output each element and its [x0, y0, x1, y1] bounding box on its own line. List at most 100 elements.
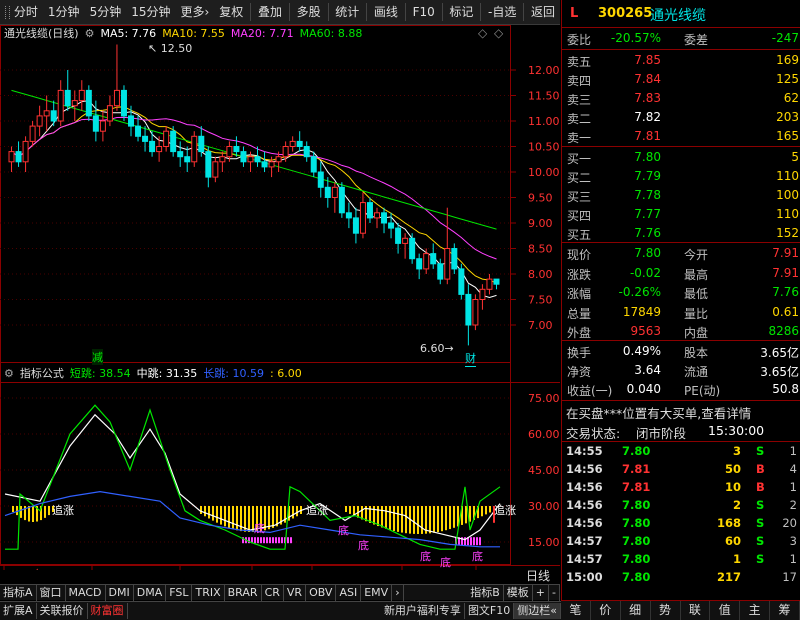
tab-related-quotes[interactable]: 关联报价	[37, 603, 88, 619]
tab-detail[interactable]: 细	[621, 601, 651, 620]
graphic-f10-link[interactable]: 图文F10	[465, 603, 515, 619]
signal-finance-marker[interactable]: 财	[465, 350, 476, 367]
toolbar-more[interactable]: 更多›	[175, 0, 214, 25]
ma5-value: MA5: 7.76	[100, 26, 157, 40]
date-label: 2021年	[6, 567, 45, 570]
quote-panel: L 300265 通光线缆 委比 -20.57% 委差 -247 卖五 7.85 1…	[561, 0, 800, 620]
big-order-notice[interactable]: 在买盘***位置有大买单,查看详情	[566, 403, 751, 422]
toolbar-restore-rights[interactable]: 复权	[214, 0, 248, 25]
candle-body	[416, 258, 423, 270]
tab-dma[interactable]: DMA	[134, 584, 167, 601]
tab-value[interactable]: 值	[710, 601, 741, 620]
candle-body	[451, 248, 458, 270]
notice-row[interactable]: 在买盘***位置有大买单,查看详情	[562, 401, 800, 421]
tab-link[interactable]: 联	[681, 601, 711, 620]
signal-reduce-marker[interactable]: 减	[92, 349, 103, 365]
bid-level-3: 买三 7.78 100	[562, 186, 800, 206]
tick-price: 7.81	[622, 480, 651, 494]
tab-trix[interactable]: TRIX	[192, 584, 225, 601]
weicha-label: 委差	[684, 33, 709, 47]
tab-trend[interactable]: 势	[651, 601, 681, 620]
toolbar-15min[interactable]: 15分钟	[126, 0, 175, 25]
collapse-pane-icon[interactable]: ◇	[494, 26, 503, 40]
trade-status-time: 15:30:00	[708, 423, 765, 438]
candle-body	[170, 130, 177, 153]
tab-macd[interactable]: MACD	[66, 584, 106, 601]
tab-brar[interactable]: BRAR	[225, 584, 262, 601]
long-jump-group: 长跳: 10.59	[203, 365, 264, 381]
tab-template[interactable]: 模板	[504, 584, 533, 601]
toolbar-5min[interactable]: 5分钟	[85, 0, 127, 25]
new-user-benefit-link[interactable]: 新用户福利专享	[381, 603, 465, 619]
tab-window[interactable]: 窗口	[37, 584, 66, 601]
tab-indicator-a[interactable]: 指标A	[0, 584, 37, 601]
main-price-axis: 12.00 11.50 11.00 10.50 10.00 9.50 9.00 8.50 8.0…	[510, 64, 560, 332]
tab-spacer	[404, 585, 468, 601]
candle-body	[240, 151, 247, 163]
toolbar-multi-stock[interactable]: 多股	[292, 0, 326, 25]
tab-main[interactable]: 主	[740, 601, 771, 620]
tick-time: 14:57	[566, 534, 603, 548]
indicator-tick-label: 15.00	[528, 536, 560, 549]
tab-add[interactable]: +	[533, 584, 550, 601]
quote-row-0: 现价 7.80 今开 7.91	[562, 244, 800, 264]
candle-body	[268, 161, 275, 168]
toolbar-statistics[interactable]: 统计	[330, 0, 364, 25]
tab-fsl[interactable]: FSL	[166, 584, 193, 601]
candle-body	[106, 105, 113, 122]
indicator-bar	[345, 506, 347, 512]
toolbar-remove-watchlist[interactable]: -自选	[483, 0, 521, 25]
diamond-icon[interactable]: ◇	[478, 26, 487, 40]
indicator-bottom-bar	[260, 537, 262, 544]
tab-indicator-b[interactable]: 指标B	[467, 584, 504, 601]
indicator-tick-label: 30.00	[528, 500, 560, 513]
toolbar-back[interactable]: 返回	[526, 0, 560, 25]
bid-level-4: 买四 7.77 110	[562, 205, 800, 225]
price-tick-label: 8.00	[528, 268, 553, 281]
indicator-settings-icon[interactable]: ⚙	[4, 367, 14, 380]
tab-asi[interactable]: ASI	[336, 584, 362, 601]
tab-more-arrow[interactable]: ›	[392, 584, 404, 601]
toolbar-1min[interactable]: 1分钟	[43, 0, 85, 25]
period-label[interactable]: 日线	[526, 567, 550, 584]
tab-emv[interactable]: EMV	[361, 584, 393, 601]
toolbar-intraday[interactable]: 分时	[9, 0, 43, 25]
toolbar-mark[interactable]: 标记	[444, 0, 478, 25]
finance-row-0-label2: 股本	[684, 346, 709, 360]
tab-trades[interactable]: 笔	[561, 601, 591, 620]
candle-body	[142, 135, 149, 142]
ask-level-2-value: 7.82	[634, 110, 661, 124]
short-jump-label: 短跳:	[69, 367, 96, 380]
tab-vr[interactable]: VR	[284, 584, 307, 601]
indicator-bar	[397, 506, 399, 532]
finance-row-1-label2: 流通	[684, 365, 709, 379]
tab-extend-a[interactable]: 扩展A	[0, 603, 37, 619]
toolbar-overlay[interactable]: 叠加	[253, 0, 287, 25]
tab-price[interactable]: 价	[591, 601, 621, 620]
indicator-bar	[433, 506, 435, 533]
tab-chips[interactable]: 筹	[770, 601, 800, 620]
candle-body	[409, 237, 416, 260]
price-tick-label: 11.00	[528, 115, 560, 128]
settings-gear-icon[interactable]: ⚙	[85, 27, 95, 40]
quote-row-1-value2: 7.91	[772, 265, 799, 280]
tab-cr[interactable]: CR	[262, 584, 284, 601]
tick-price: 7.80	[622, 552, 651, 566]
chase-label-1: 追涨	[52, 504, 74, 517]
quote-row-1-label: 涨跌	[567, 267, 592, 282]
ask-level-4-label: 卖四	[567, 74, 592, 88]
indicator-name[interactable]: 指标公式	[20, 365, 64, 381]
sidebar-toggle[interactable]: 侧边栏«	[514, 603, 561, 619]
extension-tabs: 扩展A 关联报价 财富圈 新用户福利专享 图文F10 侧边栏«	[0, 601, 561, 620]
tab-wealth-circle[interactable]: 财富圈	[88, 603, 128, 619]
kline-chart[interactable]: 12.00 11.50 11.00 10.50 10.00 9.50 9.00 8.50 8.0…	[0, 25, 560, 570]
tick-row: 14:56 7.80 168 S 20	[562, 515, 800, 532]
finance-row-0-value2: 3.65亿	[760, 346, 799, 360]
tab-dmi[interactable]: DMI	[106, 584, 134, 601]
toolbar-f10[interactable]: F10	[408, 0, 440, 25]
indicator-tick-label: 60.00	[528, 428, 560, 441]
trade-status-row: 交易状态: 闭市阶段 15:30:00	[562, 421, 800, 441]
tab-obv[interactable]: OBV	[306, 584, 337, 601]
toolbar-draw-line[interactable]: 画线	[369, 0, 403, 25]
tab-remove[interactable]: -	[549, 584, 560, 601]
